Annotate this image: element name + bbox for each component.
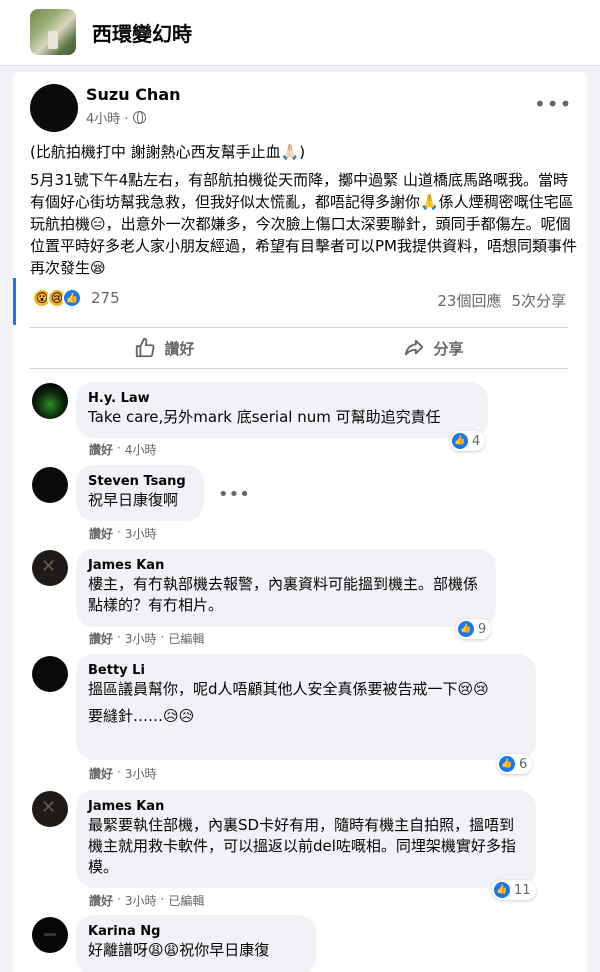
comment-actions: 讚好 · 3小時 [89, 765, 157, 782]
comment-edited: 已編輯 [168, 894, 205, 908]
more-horizontal-icon[interactable]: ••• [534, 92, 572, 116]
like-button-label: 讚好 [164, 339, 195, 358]
comment-actions: 讚好 · 3小時 · 已編輯 [89, 892, 205, 909]
group-name[interactable]: 西環變幻時 [92, 18, 192, 47]
commenter-name[interactable]: Betty Li [88, 662, 524, 679]
commenter-avatar[interactable] [32, 791, 68, 827]
post-body: 5月31號下午4點左右，有部航拍機從天而降，擲中過緊 山道橋底馬路嘅我。當時有個… [30, 171, 577, 277]
globe-icon [132, 111, 146, 124]
more-horizontal-icon[interactable]: ••• [218, 484, 250, 505]
commenter-name[interactable]: H.y. Law [88, 390, 476, 407]
like-reaction-icon: 👍 [62, 288, 82, 308]
comment-bubble: Betty Li 搵區議員幫你，呢d人唔顧其他人安全真係要被告戒一下😢😢 要縫針… [76, 654, 536, 760]
comment-time[interactable]: 3小時 [125, 765, 157, 782]
post-author-avatar[interactable] [30, 84, 78, 132]
commenter-avatar[interactable] [32, 656, 68, 692]
post-stats: 23個回應 5次分享 [437, 290, 566, 311]
commenter-name[interactable]: James Kan [88, 557, 484, 574]
comment-like-count: 11 [514, 882, 531, 898]
post-accent-bar [13, 278, 16, 325]
comment-text: 祝早日康復啊 [88, 491, 179, 509]
comment-text: 好離譜呀😩😩祝你早日康復 [88, 941, 270, 959]
comment-like-button[interactable]: 讚好 [89, 525, 113, 542]
like-reaction-icon: 👍 [458, 621, 474, 637]
comment-bubble: Karina Ng 好離譜呀😩😩祝你早日康復 [76, 915, 316, 972]
comment-like-badge[interactable]: 👍 4 [450, 431, 486, 451]
commenter-avatar[interactable] [32, 550, 68, 586]
post-caption: (比航拍機打中 謝謝熱心西友幫手止血🙏🏻) [30, 143, 306, 161]
comment-like-badge[interactable]: 👍 6 [497, 754, 533, 774]
commenter-avatar[interactable] [32, 917, 68, 953]
post-time[interactable]: 4小時 · [86, 108, 129, 127]
comment-time[interactable]: 4小時 [125, 441, 157, 458]
comment-text: 搵區議員幫你，呢d人唔顧其他人安全真係要被告戒一下😢😢 [88, 680, 489, 698]
comment-actions: 讚好 · 3小時 [89, 525, 157, 542]
comment-like-count: 9 [478, 621, 487, 637]
like-reaction-icon: 👍 [452, 433, 468, 449]
post-meta: 4小時 · [86, 108, 146, 127]
comment-time[interactable]: 3小時 [125, 892, 157, 909]
like-reaction-icon: 👍 [499, 756, 515, 772]
comment-text: Take care,另外mark 底serial num 可幫助追究責任 [88, 408, 441, 426]
comment-text: 要縫針……😥😥 [88, 707, 195, 725]
comment-like-count: 6 [519, 756, 528, 772]
commenter-avatar[interactable] [32, 383, 68, 419]
comment-time[interactable]: 3小時 [125, 630, 157, 647]
comment-actions: 讚好 · 4小時 [89, 441, 157, 458]
share-button[interactable]: 分享 [299, 328, 568, 368]
comment-like-button[interactable]: 讚好 [89, 441, 113, 458]
reaction-count[interactable]: 275 [91, 289, 120, 307]
comment-text: 最緊要執住部機，內裏SD卡好有用，隨時有機主自拍照，搵唔到機主就用救卡軟件，可以… [88, 816, 516, 876]
comment-like-button[interactable]: 讚好 [89, 765, 113, 782]
comment-bubble: James Kan 樓主，有冇執部機去報警，內裏資料可能搵到機主。部機係點樣的？… [76, 549, 496, 627]
comment-like-button[interactable]: 讚好 [89, 892, 113, 909]
commenter-name[interactable]: Steven Tsang [88, 473, 192, 490]
share-button-label: 分享 [433, 339, 464, 358]
like-button[interactable]: 讚好 [30, 328, 299, 368]
group-header: 西環變幻時 [0, 0, 600, 66]
group-avatar[interactable] [30, 9, 76, 55]
comment-like-badge[interactable]: 👍 9 [456, 619, 492, 639]
comment-like-count: 4 [472, 433, 481, 449]
share-arrow-icon [403, 337, 425, 359]
comment-like-badge[interactable]: 👍 11 [492, 880, 536, 900]
comment-time[interactable]: 3小時 [125, 525, 157, 542]
comment-bubble: H.y. Law Take care,另外mark 底serial num 可幫… [76, 382, 488, 438]
thumbs-up-icon [134, 337, 156, 359]
post-author-name[interactable]: Suzu Chan [86, 85, 181, 104]
reaction-summary[interactable]: 😮 😢 👍 275 [32, 288, 120, 308]
post-action-bar: 讚好 分享 [30, 327, 568, 369]
commenter-avatar[interactable] [32, 467, 68, 503]
comment-actions: 讚好 · 3小時 · 已編輯 [89, 630, 205, 647]
comment-edited: 已編輯 [168, 632, 205, 646]
comment-bubble: James Kan 最緊要執住部機，內裏SD卡好有用，隨時有機主自拍照，搵唔到機… [76, 790, 536, 888]
comment-like-button[interactable]: 讚好 [89, 630, 113, 647]
comment-text: 樓主，有冇執部機去報警，內裏資料可能搵到機主。部機係點樣的？有冇相片。 [88, 575, 479, 614]
commenter-name[interactable]: James Kan [88, 798, 524, 815]
like-reaction-icon: 👍 [494, 882, 510, 898]
shares-count[interactable]: 5次分享 [511, 290, 566, 311]
comment-bubble: Steven Tsang 祝早日康復啊 [76, 465, 204, 521]
comments-count[interactable]: 23個回應 [437, 290, 501, 311]
commenter-name[interactable]: Karina Ng [88, 923, 304, 940]
